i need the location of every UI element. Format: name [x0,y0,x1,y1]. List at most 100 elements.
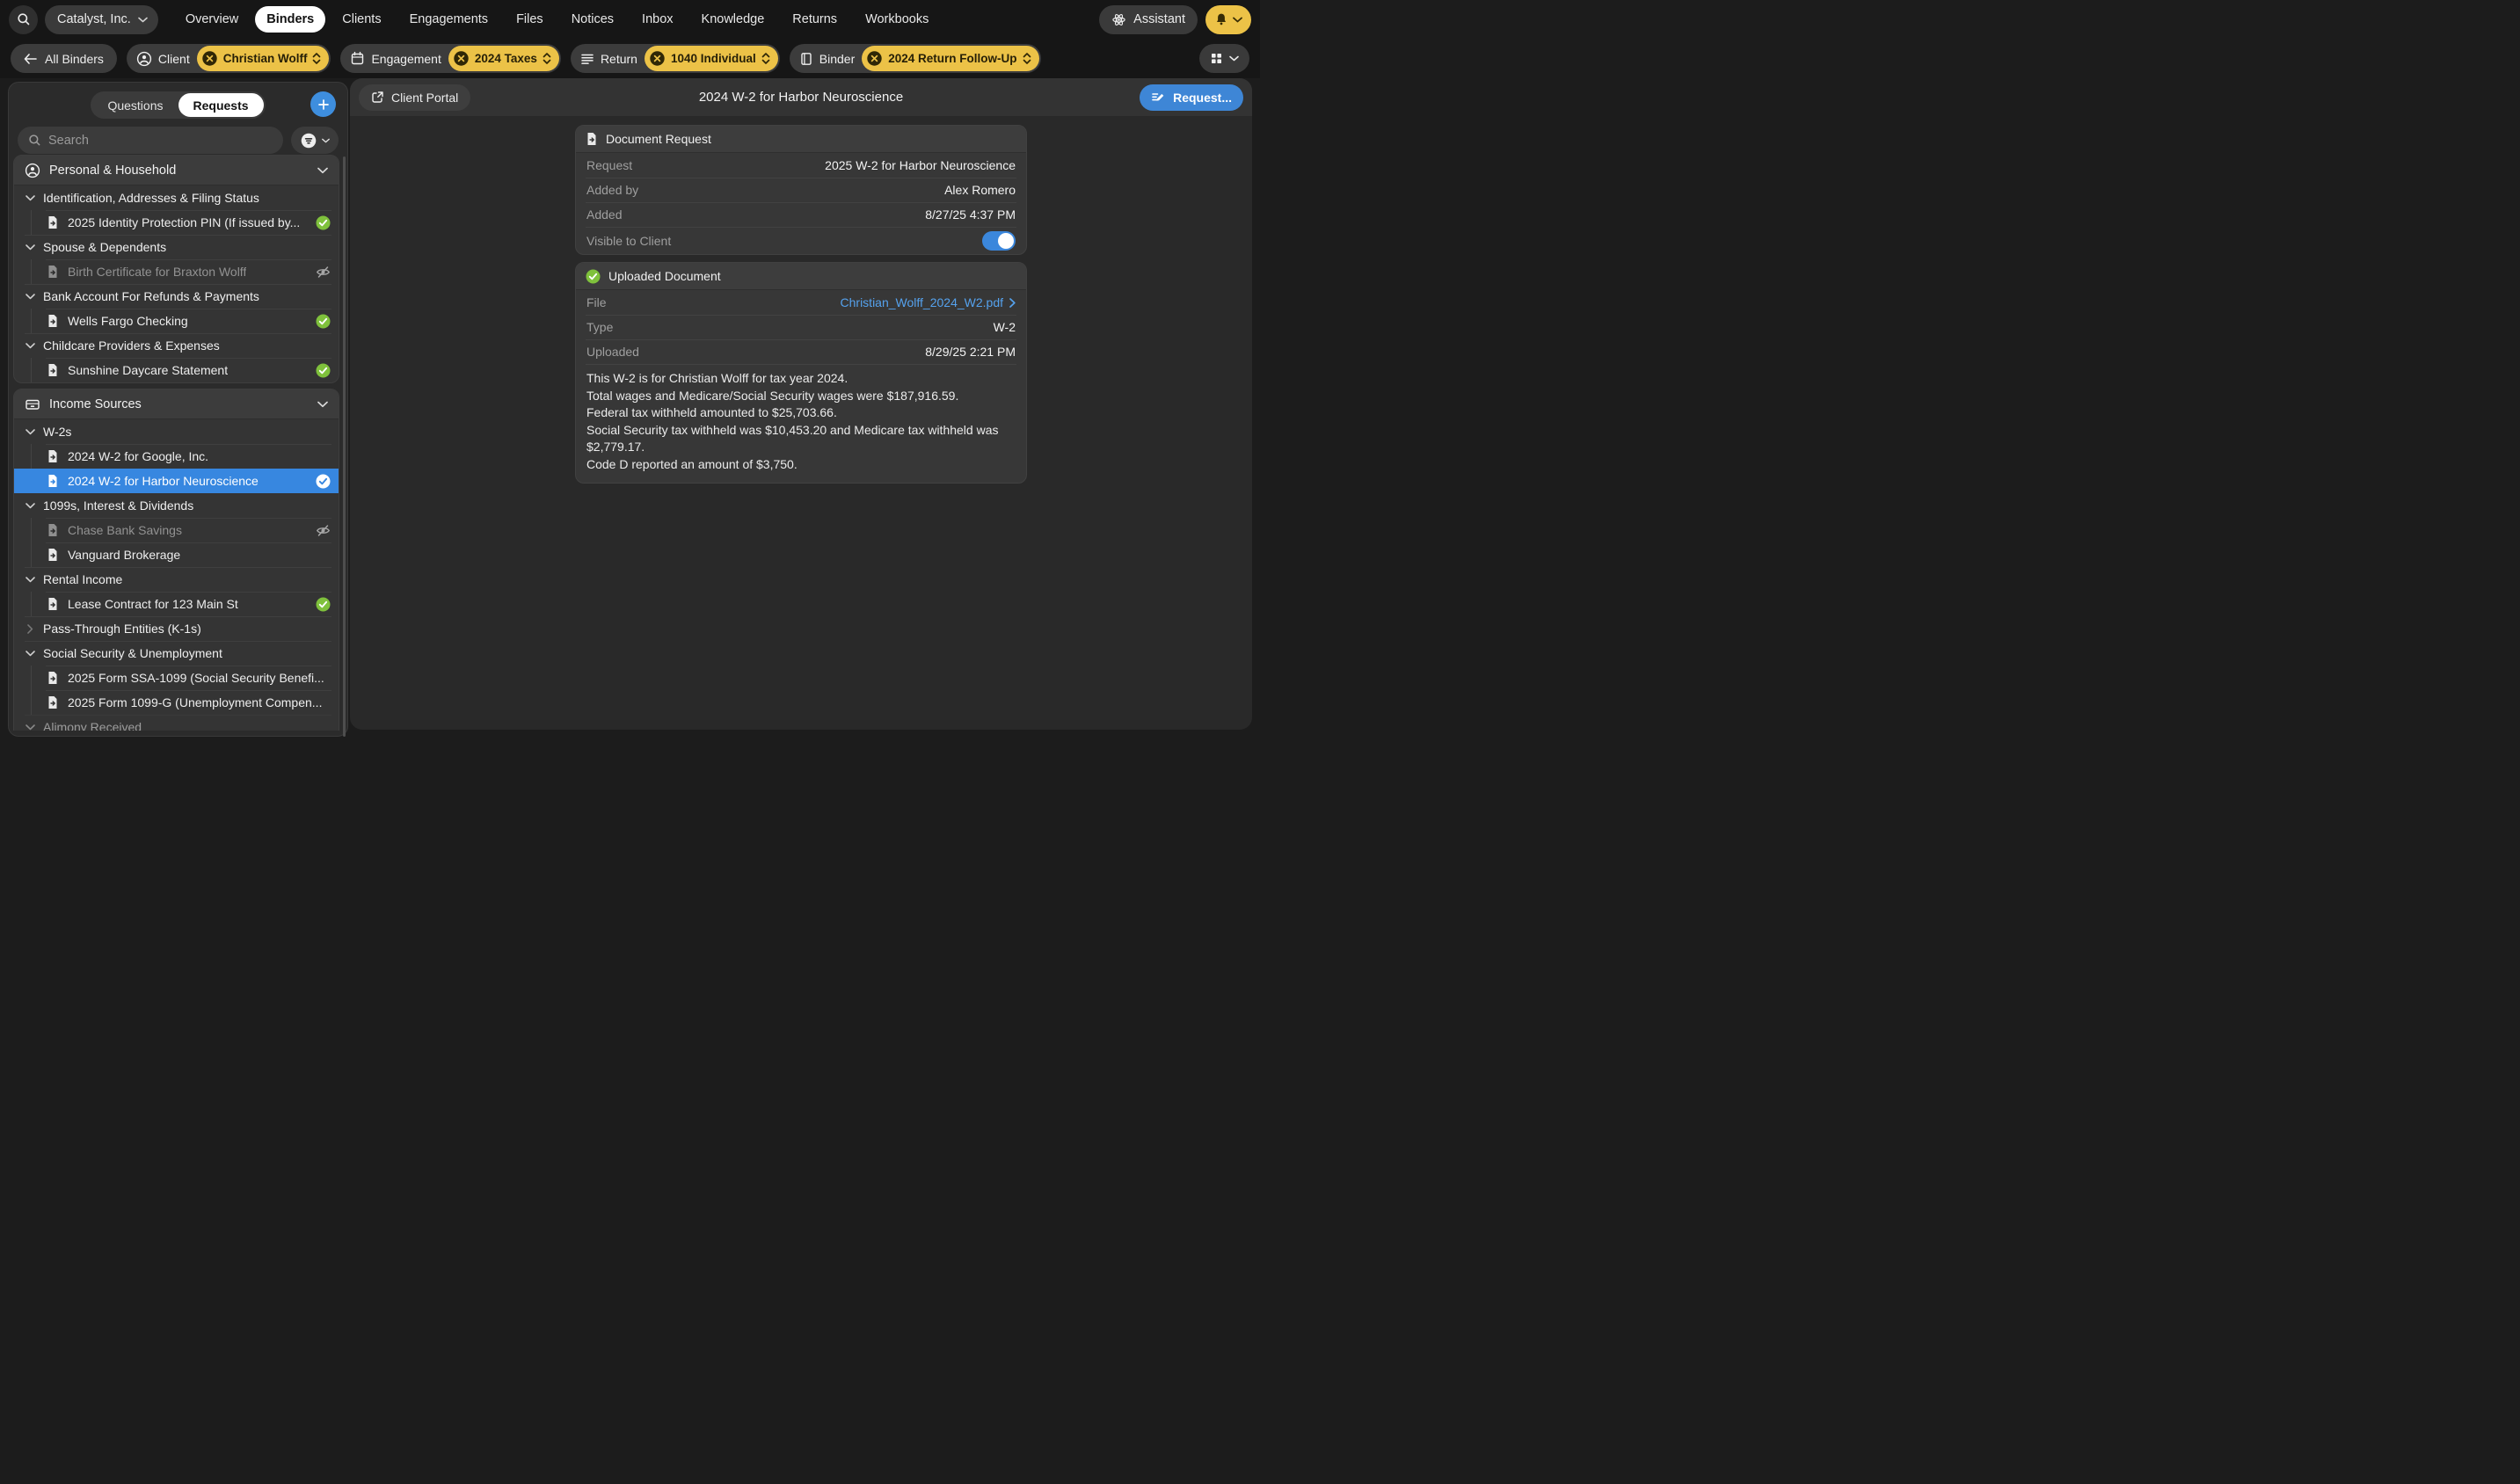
all-binders-back-button[interactable]: All Binders [11,44,117,73]
tree-doc[interactable]: 2025 Identity Protection PIN (If issued … [14,210,339,235]
tree-doc[interactable]: Wells Fargo Checking [14,309,339,333]
field-added-by: Added by Alex Romero [576,178,1026,202]
return-filter-chip[interactable]: 1040 Individual [645,46,778,71]
request-detail-panel: 2024 W-2 for Harbor Neuroscience Client … [350,78,1252,730]
tree-doc-selected[interactable]: 2024 W-2 for Harbor Neuroscience [14,469,339,493]
toggle-knob [998,233,1014,249]
org-switcher[interactable]: Catalyst, Inc. [45,5,158,34]
client-filter-label: Client [136,51,190,67]
client-portal-label: Client Portal [391,91,458,105]
nav-item-workbooks[interactable]: Workbooks [854,6,940,33]
field-value: 2025 W-2 for Harbor Neuroscience [825,158,1016,172]
tree-group[interactable]: Spouse & Dependents [14,235,339,259]
tree-doc[interactable]: Sunshine Daycare Statement [14,358,339,382]
nav-item-files[interactable]: Files [505,6,555,33]
client-filter-group: Client Christian Wolff [127,44,331,73]
nav-item-clients[interactable]: Clients [331,6,392,33]
sidebar-scrollbar[interactable] [343,156,346,737]
doc-icon [47,363,59,377]
request-action-button[interactable]: Request... [1140,84,1243,111]
tree-group[interactable]: W-2s [14,419,339,444]
engagement-filter-value: 2024 Taxes [475,52,537,65]
tree-doc[interactable]: Vanguard Brokerage [14,542,339,567]
chevron-down-icon[interactable] [25,195,35,201]
notifications-button[interactable] [1205,5,1251,34]
chevron-down-icon[interactable] [25,577,35,583]
sidebar-search-row [9,119,347,154]
summary-line: Federal tax withheld amounted to $25,703… [586,404,1016,422]
sidebar-search-field[interactable] [18,127,283,154]
bell-icon [1214,12,1228,26]
chevron-down-icon[interactable] [25,503,35,509]
book-icon [799,52,813,66]
tree-doc[interactable]: 2024 W-2 for Google, Inc. [14,444,339,469]
eye-off-icon [316,265,331,280]
tree-group-collapsed[interactable]: Pass-Through Entities (K-1s) [14,616,339,641]
search-icon [17,12,31,26]
client-filter-chip[interactable]: Christian Wolff [197,46,330,71]
tree-group[interactable]: Social Security & Unemployment [14,641,339,666]
assistant-button[interactable]: Assistant [1099,5,1198,34]
chevron-right-icon [1009,298,1016,308]
add-request-button[interactable] [310,91,336,117]
binder-filter-chip[interactable]: 2024 Return Follow-Up [862,46,1038,71]
nav-item-overview[interactable]: Overview [174,6,250,33]
global-search-button[interactable] [9,5,38,34]
primary-nav: Overview Binders Clients Engagements Fil… [174,6,941,33]
nav-item-notices[interactable]: Notices [560,6,625,33]
tree-group[interactable]: Rental Income [14,567,339,592]
engagement-filter-chip[interactable]: 2024 Taxes [448,46,559,71]
section-header-personal[interactable]: Personal & Household [14,156,339,186]
chevron-down-icon[interactable] [25,294,35,300]
assistant-label: Assistant [1133,12,1185,26]
section-header-income[interactable]: Income Sources [14,389,339,419]
nav-item-returns[interactable]: Returns [781,6,848,33]
field-label: Added [586,207,622,222]
filter-button[interactable] [291,127,339,154]
visible-to-client-toggle[interactable] [982,231,1016,251]
detail-header: 2024 W-2 for Harbor Neuroscience Client … [350,78,1252,116]
plus-icon [317,98,330,111]
doc-icon [47,671,59,685]
tab-requests[interactable]: Requests [178,93,264,117]
tree-doc[interactable]: 2025 Form SSA-1099 (Social Security Bene… [14,666,339,690]
field-label: Visible to Client [586,234,671,248]
tree-group[interactable]: Bank Account For Refunds & Payments [14,284,339,309]
tab-questions[interactable]: Questions [92,93,178,117]
tree-doc[interactable]: 2025 Form 1099-G (Unemployment Compen... [14,690,339,715]
chevron-down-icon[interactable] [25,724,35,731]
chevron-down-icon[interactable] [25,429,35,435]
engagement-filter-label: Engagement [350,51,441,66]
x-circle-icon[interactable] [453,50,470,67]
file-link[interactable]: Christian_Wolff_2024_W2.pdf [841,295,1016,309]
x-circle-icon[interactable] [866,50,883,67]
updown-icon [1023,52,1031,65]
chevron-down-icon[interactable] [25,343,35,349]
tree-group[interactable]: Alimony Received [14,715,339,731]
summary-line: Code D reported an amount of $3,750. [586,456,1016,474]
nav-item-binders[interactable]: Binders [255,6,325,33]
nav-item-inbox[interactable]: Inbox [630,6,684,33]
field-value: 8/27/25 4:37 PM [925,207,1016,222]
layout-view-button[interactable] [1199,44,1249,73]
tree-group[interactable]: Identification, Addresses & Filing Statu… [14,186,339,210]
tree-doc-hidden[interactable]: Chase Bank Savings [14,518,339,542]
check-circle-icon [586,269,601,284]
summary-line: Total wages and Medicare/Social Security… [586,388,1016,405]
tree-group[interactable]: Childcare Providers & Expenses [14,333,339,358]
nav-item-knowledge[interactable]: Knowledge [690,6,776,33]
search-input[interactable] [48,134,273,148]
chevron-down-icon[interactable] [25,651,35,657]
chevron-right-icon[interactable] [27,624,33,634]
doc-icon [47,548,59,562]
client-portal-button[interactable]: Client Portal [359,84,470,111]
tree-group[interactable]: 1099s, Interest & Dividends [14,493,339,518]
chevron-down-icon[interactable] [25,244,35,251]
x-circle-icon[interactable] [649,50,666,67]
nav-item-engagements[interactable]: Engagements [398,6,499,33]
tree-doc-hidden[interactable]: Birth Certificate for Braxton Wolff [14,259,339,284]
x-circle-icon[interactable] [201,50,218,67]
tree-doc[interactable]: Lease Contract for 123 Main St [14,592,339,616]
field-request: Request 2025 W-2 for Harbor Neuroscience [576,153,1026,178]
atom-icon [1111,12,1126,27]
